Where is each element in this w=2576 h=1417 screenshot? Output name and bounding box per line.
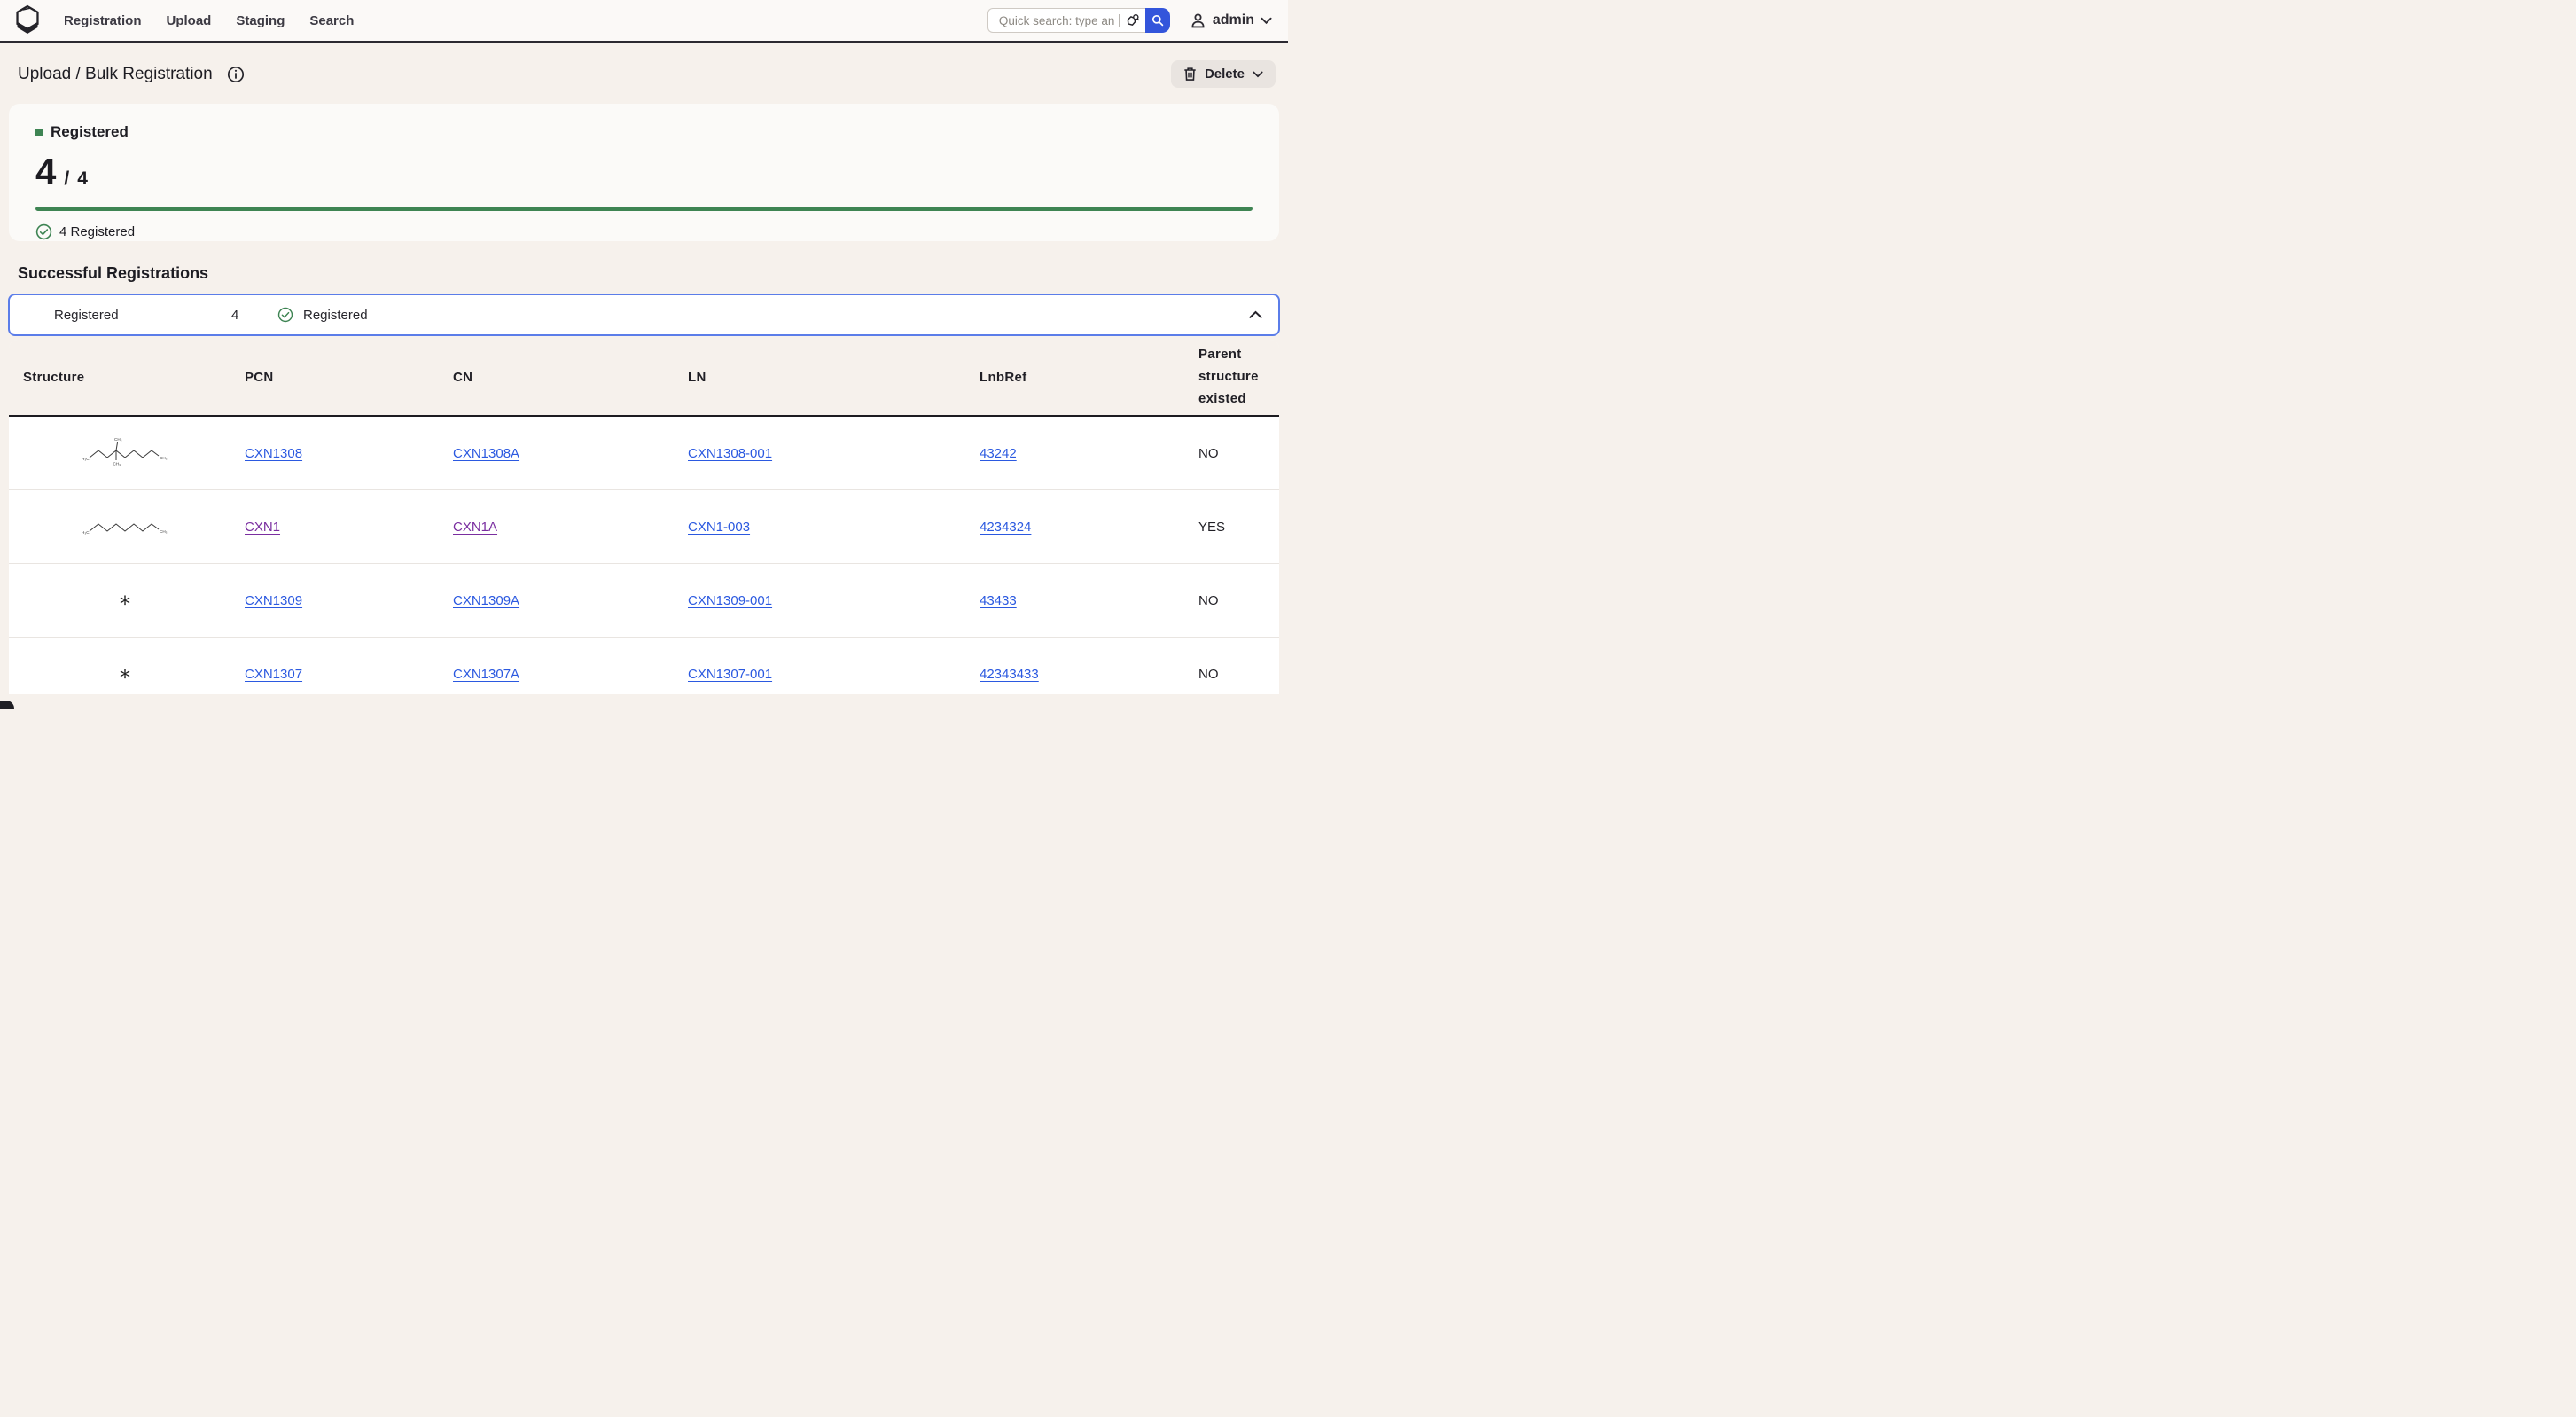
column-header-structure: Structure bbox=[23, 370, 245, 385]
trash-icon bbox=[1183, 67, 1197, 82]
summary-legend: Registered bbox=[35, 123, 1253, 141]
bottom-left-dark-corner bbox=[0, 701, 14, 708]
group-count: 4 bbox=[231, 308, 277, 323]
user-name: admin bbox=[1213, 12, 1254, 28]
progress-bar-track bbox=[35, 207, 1253, 211]
quick-search-field bbox=[987, 8, 1145, 33]
ln-link[interactable]: CXN1309-001 bbox=[688, 593, 772, 608]
registration-summary-card: Registered 4 / 4 4 Registered bbox=[9, 104, 1279, 241]
pcn-link[interactable]: CXN1308 bbox=[245, 446, 302, 461]
magnifier-icon bbox=[1151, 14, 1164, 27]
table-row: * CXN1309 CXN1309A CXN1309-001 43433 NO bbox=[9, 564, 1279, 638]
lnbref-link[interactable]: 42343433 bbox=[980, 667, 1039, 682]
table-header-row: Structure PCN CN LN LnbRef Parent struct… bbox=[9, 340, 1279, 417]
table-row: H₃C CH₃ CH₃ CH₃ CXN1308 CXN1308A CXN1308… bbox=[9, 417, 1279, 490]
check-circle-icon bbox=[35, 223, 52, 240]
pcn-link[interactable]: CXN1307 bbox=[245, 667, 302, 682]
page-title: Upload / Bulk Registration bbox=[18, 65, 213, 84]
summary-status: 4 Registered bbox=[35, 223, 1253, 240]
green-legend-square bbox=[35, 129, 43, 136]
person-icon bbox=[1190, 12, 1206, 29]
table-row: H₃C CH₃ CXN1 CXN1A CXN1-003 4234324 YES bbox=[9, 490, 1279, 564]
cn-link[interactable]: CXN1308A bbox=[453, 446, 519, 461]
check-circle-icon bbox=[277, 307, 293, 323]
chevron-down-icon bbox=[1261, 17, 1272, 25]
group-status-text: Registered bbox=[303, 308, 368, 323]
info-icon[interactable] bbox=[227, 66, 245, 83]
search-submit-button[interactable] bbox=[1145, 8, 1170, 33]
column-header-cn: CN bbox=[453, 370, 688, 385]
column-header-lnbref: LnbRef bbox=[980, 370, 1198, 385]
summary-status-text: 4 Registered bbox=[59, 224, 135, 239]
main-nav: Registration Upload Staging Search bbox=[64, 13, 354, 28]
summary-legend-label: Registered bbox=[51, 123, 129, 141]
app-logo-hexagon-icon[interactable] bbox=[14, 4, 41, 36]
cn-link[interactable]: CXN1309A bbox=[453, 593, 519, 608]
svg-text:CH₃: CH₃ bbox=[160, 529, 168, 534]
navbar-right: admin bbox=[987, 8, 1272, 33]
asterisk-glyph: * bbox=[120, 595, 130, 615]
lnbref-link[interactable]: 43242 bbox=[980, 446, 1017, 461]
structure-thumbnail-molecule: H₃C CH₃ CH₃ CH₃ bbox=[23, 434, 227, 472]
structure-search-hexagon-icon[interactable] bbox=[1125, 13, 1140, 28]
pcn-link[interactable]: CXN1309 bbox=[245, 593, 302, 608]
main-content: Upload / Bulk Registration bbox=[0, 43, 1288, 694]
delete-button[interactable]: Delete bbox=[1171, 60, 1276, 88]
svg-text:CH₃: CH₃ bbox=[114, 437, 122, 442]
registered-group-header[interactable]: Registered 4 Registered bbox=[8, 294, 1280, 336]
ln-link[interactable]: CXN1308-001 bbox=[688, 446, 772, 461]
nav-item-upload[interactable]: Upload bbox=[167, 13, 212, 28]
total-count: 4 bbox=[77, 168, 88, 190]
ln-link[interactable]: CXN1-003 bbox=[688, 520, 750, 535]
parent-structure-existed-value: YES bbox=[1198, 520, 1279, 535]
chevron-down-icon bbox=[1253, 71, 1263, 78]
quick-search-divider bbox=[1119, 14, 1120, 27]
group-label: Registered bbox=[54, 308, 231, 323]
structure-thumbnail-asterisk: * bbox=[23, 660, 227, 689]
cn-link[interactable]: CXN1307A bbox=[453, 667, 519, 682]
registered-count: 4 bbox=[35, 153, 56, 191]
results-table: Structure PCN CN LN LnbRef Parent struct… bbox=[9, 340, 1279, 694]
summary-count: 4 / 4 bbox=[35, 153, 1253, 191]
app-window: Registration Upload Staging Search bbox=[0, 0, 1288, 708]
pcn-link[interactable]: CXN1 bbox=[245, 520, 280, 535]
svg-text:H₃C: H₃C bbox=[82, 457, 90, 461]
group-status: Registered bbox=[277, 307, 368, 323]
cn-link[interactable]: CXN1A bbox=[453, 520, 497, 535]
svg-text:H₃C: H₃C bbox=[82, 530, 90, 535]
lnbref-link[interactable]: 4234324 bbox=[980, 520, 1031, 535]
user-menu[interactable]: admin bbox=[1190, 12, 1272, 29]
column-header-pcn: PCN bbox=[245, 370, 453, 385]
parent-structure-existed-value: NO bbox=[1198, 593, 1279, 608]
nav-item-search[interactable]: Search bbox=[309, 13, 354, 28]
page-header: Upload / Bulk Registration bbox=[0, 43, 1288, 104]
lnbref-link[interactable]: 43433 bbox=[980, 593, 1017, 608]
section-heading: Successful Registrations bbox=[18, 264, 1288, 283]
column-header-ln: LN bbox=[688, 370, 980, 385]
progress-bar-fill bbox=[35, 207, 1253, 211]
structure-thumbnail-asterisk: * bbox=[23, 586, 227, 615]
quick-search-input[interactable] bbox=[997, 13, 1117, 28]
quick-search bbox=[987, 8, 1170, 33]
top-navbar: Registration Upload Staging Search bbox=[0, 0, 1288, 43]
chevron-up-icon[interactable] bbox=[1249, 310, 1262, 319]
asterisk-glyph: * bbox=[120, 669, 130, 689]
column-header-parent-structure-existed: Parent structure existed bbox=[1198, 344, 1269, 410]
delete-button-label: Delete bbox=[1205, 67, 1245, 82]
table-row: * CXN1307 CXN1307A CXN1307-001 42343433 … bbox=[9, 638, 1279, 694]
svg-text:CH₃: CH₃ bbox=[113, 462, 121, 466]
nav-item-registration[interactable]: Registration bbox=[64, 13, 142, 28]
structure-thumbnail-molecule: H₃C CH₃ bbox=[23, 508, 227, 545]
count-separator: / bbox=[64, 168, 69, 190]
ln-link[interactable]: CXN1307-001 bbox=[688, 667, 772, 682]
parent-structure-existed-value: NO bbox=[1198, 667, 1279, 682]
nav-item-staging[interactable]: Staging bbox=[236, 13, 285, 28]
svg-text:CH₃: CH₃ bbox=[160, 456, 168, 460]
parent-structure-existed-value: NO bbox=[1198, 446, 1279, 461]
